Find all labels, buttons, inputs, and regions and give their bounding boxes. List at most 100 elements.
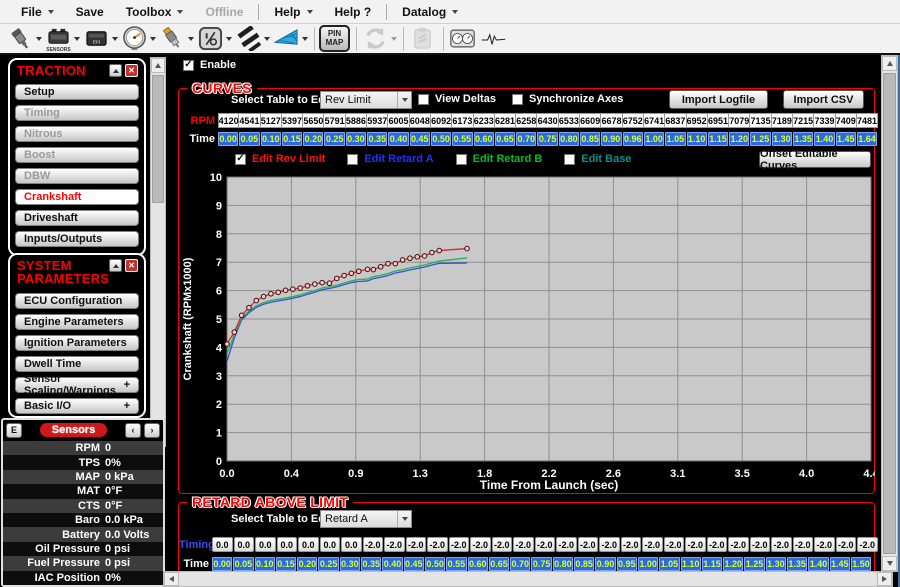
time-cell[interactable]: 0.05: [233, 557, 253, 571]
timing-cell[interactable]: -2.0: [642, 537, 663, 552]
time-cell[interactable]: 1.15: [708, 132, 728, 146]
time-cell[interactable]: 0.25: [324, 132, 344, 146]
time-cell[interactable]: 0.75: [537, 132, 557, 146]
timing-cell[interactable]: -2.0: [793, 537, 814, 552]
time-cell[interactable]: 0.90: [595, 557, 615, 571]
view-deltas-checkbox[interactable]: [418, 94, 429, 105]
rpm-cell[interactable]: 6678: [601, 113, 622, 128]
sparkplug-icon[interactable]: [158, 25, 187, 52]
rpm-cell[interactable]: 4541: [239, 113, 260, 128]
timing-cell[interactable]: -2.0: [750, 537, 771, 552]
time-cell[interactable]: 0.25: [318, 557, 338, 571]
rpm-cell[interactable]: 6005: [388, 113, 409, 128]
rpm-cell[interactable]: 6048: [410, 113, 431, 128]
time-cell[interactable]: 1.05: [665, 132, 685, 146]
rpm-cell[interactable]: 6609: [580, 113, 601, 128]
sidebar-item-ignition-parameters[interactable]: Ignition Parameters: [15, 335, 139, 351]
time-cell[interactable]: 1.40: [808, 557, 828, 571]
import-csv-button[interactable]: Import CSV: [783, 90, 864, 109]
gauges-icon[interactable]: [448, 25, 477, 52]
time-cell[interactable]: 0.45: [410, 132, 430, 146]
time-cell[interactable]: 0.65: [489, 557, 509, 571]
rpm-cell[interactable]: 7135: [750, 113, 771, 128]
time-cell[interactable]: 0.35: [367, 132, 387, 146]
efi-module-icon[interactable]: EFI: [82, 25, 111, 52]
time-cell[interactable]: 0.40: [388, 132, 408, 146]
time-cell[interactable]: 0.65: [495, 132, 515, 146]
time-cell[interactable]: 0.60: [468, 557, 488, 571]
edit-retard-b-checkbox[interactable]: [456, 154, 467, 165]
time-cell[interactable]: 1.05: [659, 557, 679, 571]
time-cell[interactable]: 1.15: [702, 557, 722, 571]
timing-cell[interactable]: -2.0: [556, 537, 577, 552]
time-cell[interactable]: 0.80: [559, 132, 579, 146]
rpm-cell[interactable]: 7079: [729, 113, 750, 128]
rpm-cell[interactable]: 6281: [495, 113, 516, 128]
next-page-button[interactable]: ›: [144, 423, 160, 438]
gauge-icon[interactable]: [120, 25, 149, 52]
timing-cell[interactable]: -2.0: [384, 537, 405, 552]
sidebar-item-engine-parameters[interactable]: Engine Parameters: [15, 314, 139, 330]
menu-file[interactable]: File: [10, 2, 65, 22]
edit-rev-limit-checkbox[interactable]: [235, 154, 246, 165]
rpm-cell[interactable]: 7215: [793, 113, 814, 128]
time-cell[interactable]: 0.55: [446, 557, 466, 571]
scroll-down-icon[interactable]: [882, 556, 897, 571]
sensors-icon[interactable]: SENSORS: [44, 25, 73, 52]
time-cell[interactable]: 1.10: [681, 557, 701, 571]
timing-cell[interactable]: -2.0: [599, 537, 620, 552]
rpm-cell[interactable]: 5937: [367, 113, 388, 128]
sidebar-item-driveshaft[interactable]: Driveshaft: [15, 210, 139, 226]
table-select-dropdown[interactable]: Rev Limit: [320, 91, 412, 109]
sidebar-item-crankshaft[interactable]: Crankshaft: [15, 189, 139, 205]
time-cell[interactable]: 1.20: [723, 557, 743, 571]
menu-toolbox[interactable]: Toolbox: [115, 2, 195, 22]
main-horizontal-scrollbar[interactable]: [163, 571, 893, 587]
close-icon[interactable]: [125, 64, 138, 77]
collapse-icon[interactable]: [109, 64, 122, 77]
time-cell[interactable]: 1.35: [793, 132, 813, 146]
time-cell[interactable]: 0.05: [239, 132, 259, 146]
rpm-cell[interactable]: 6173: [452, 113, 473, 128]
time-cell[interactable]: 0.85: [574, 557, 594, 571]
time-cell[interactable]: 1.00: [644, 132, 664, 146]
time-cell[interactable]: 1.30: [772, 132, 792, 146]
menu-help-[interactable]: Help ?: [324, 2, 383, 22]
time-cell[interactable]: 0.20: [297, 557, 317, 571]
scrollbar-thumb[interactable]: [883, 73, 896, 554]
time-cell[interactable]: 0.00: [212, 557, 232, 571]
rpm-cell[interactable]: 6752: [623, 113, 644, 128]
rpm-cell[interactable]: 6951: [708, 113, 729, 128]
prev-page-button[interactable]: ‹: [125, 423, 141, 438]
timing-cell[interactable]: -2.0: [814, 537, 835, 552]
time-cell[interactable]: 1.25: [744, 557, 764, 571]
timing-cell[interactable]: 0.0: [298, 537, 319, 552]
rpm-cell[interactable]: 5650: [303, 113, 324, 128]
timing-cell[interactable]: -2.0: [363, 537, 384, 552]
timing-cell[interactable]: -2.0: [449, 537, 470, 552]
rpm-cell[interactable]: 5886: [346, 113, 367, 128]
pinmap-button[interactable]: PIN MAP: [319, 25, 350, 52]
time-cell[interactable]: 0.50: [431, 132, 451, 146]
timing-cell[interactable]: -2.0: [857, 537, 878, 552]
sidebar-item-basic-i-o[interactable]: Basic I/O+: [15, 398, 139, 414]
time-cell[interactable]: 1.00: [638, 557, 658, 571]
scroll-up-icon[interactable]: [882, 56, 897, 71]
fan-icon[interactable]: [272, 25, 301, 52]
timing-cell[interactable]: -2.0: [836, 537, 857, 552]
rpm-cell[interactable]: 6533: [559, 113, 580, 128]
timing-cell[interactable]: -2.0: [535, 537, 556, 552]
time-cell[interactable]: 1.45: [836, 132, 856, 146]
scrollbar-thumb[interactable]: [152, 75, 164, 203]
timing-cell[interactable]: -2.0: [621, 537, 642, 552]
pulse-icon[interactable]: [479, 25, 508, 52]
time-cell[interactable]: 0.30: [346, 132, 366, 146]
sidebar-item-inputs-outputs[interactable]: Inputs/Outputs: [15, 231, 139, 247]
time-cell[interactable]: 0.95: [617, 557, 637, 571]
time-cell[interactable]: 1.30: [766, 557, 786, 571]
time-cell[interactable]: 0.75: [531, 557, 551, 571]
belt-icon[interactable]: [234, 25, 263, 52]
rpm-cell[interactable]: 5791: [324, 113, 345, 128]
main-vertical-scrollbar[interactable]: [881, 55, 898, 572]
retard-table-select-dropdown[interactable]: Retard A: [320, 510, 412, 528]
